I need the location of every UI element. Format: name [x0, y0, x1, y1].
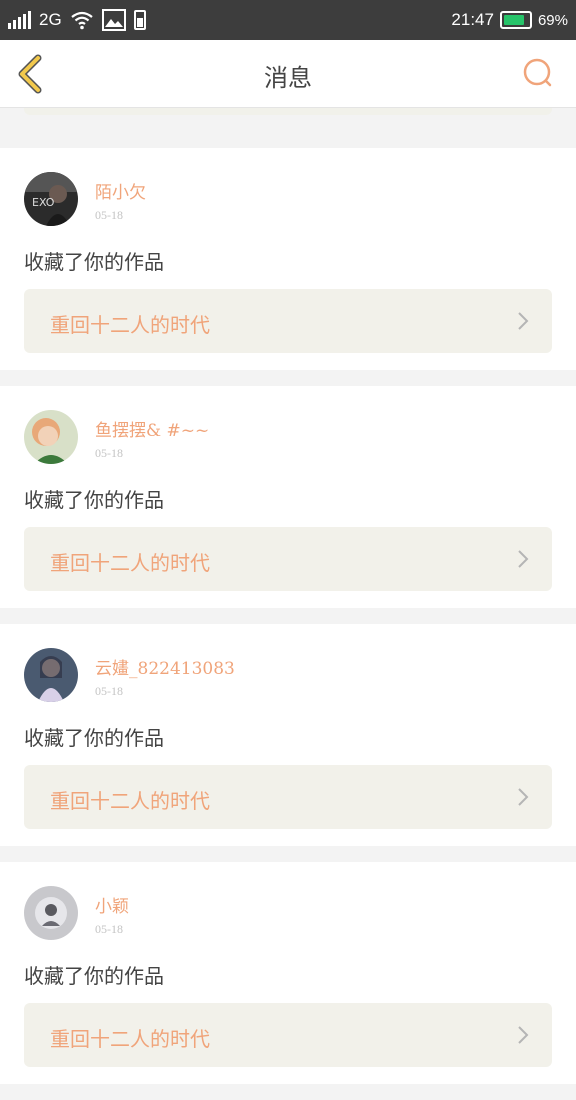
work-link[interactable]: 重回十二人的时代: [24, 527, 552, 591]
chevron-right-icon: [518, 1026, 529, 1044]
status-bar-left: 2G: [8, 8, 146, 32]
clock: 21:47: [451, 10, 494, 29]
svg-text:EXO: EXO: [32, 196, 55, 209]
chevron-right-icon: [518, 312, 529, 330]
search-button[interactable]: [518, 54, 558, 94]
username[interactable]: 云嫿_822413083: [95, 654, 235, 679]
work-title: 重回十二人的时代: [50, 1027, 210, 1051]
username[interactable]: 陌小欠: [95, 178, 146, 203]
status-bar: 2G 21:47 69%: [0, 0, 576, 40]
message-date: 05-18: [95, 922, 123, 936]
battery-icon: [133, 10, 146, 30]
message-date: 05-18: [95, 446, 123, 460]
work-title: 重回十二人的时代: [50, 313, 210, 337]
username[interactable]: 鱼摆摆& #~~: [95, 416, 209, 441]
action-text: 收藏了你的作品: [24, 964, 164, 988]
avatar[interactable]: [24, 410, 78, 464]
action-text: 收藏了你的作品: [24, 250, 164, 274]
message-date: 05-18: [95, 684, 123, 698]
message-list[interactable]: EXO 陌小欠 05-18 收藏了你的作品 重回十二人的时代 鱼摆摆& #~~ …: [0, 108, 576, 1100]
username[interactable]: 小颖: [95, 892, 129, 917]
search-icon: [523, 58, 552, 87]
avatar[interactable]: [24, 886, 78, 940]
network-type: 2G: [39, 10, 62, 29]
image-icon: [101, 9, 126, 31]
wifi-icon: [71, 11, 93, 30]
work-link[interactable]: 重回十二人的时代: [24, 765, 552, 829]
work-title: 重回十二人的时代: [50, 551, 210, 575]
status-bar-right: 21:47 69%: [451, 8, 568, 32]
message-card: EXO 陌小欠 05-18 收藏了你的作品 重回十二人的时代: [0, 148, 576, 370]
battery-level-icon: [499, 11, 532, 29]
app-header: 消息: [0, 40, 576, 108]
page-title: 消息: [264, 64, 312, 92]
avatar[interactable]: [24, 648, 78, 702]
message-card: 云嫿_822413083 05-18 收藏了你的作品 重回十二人的时代: [0, 624, 576, 846]
chevron-right-icon: [518, 788, 529, 806]
previous-card-stub: [0, 108, 576, 148]
battery-percent: 69%: [537, 11, 568, 29]
action-text: 收藏了你的作品: [24, 488, 164, 512]
signal-icon: [8, 11, 31, 29]
message-card: 小颖 05-18 收藏了你的作品 重回十二人的时代: [0, 862, 576, 1084]
work-link[interactable]: 重回十二人的时代: [24, 289, 552, 353]
chevron-right-icon: [518, 550, 529, 568]
action-text: 收藏了你的作品: [24, 726, 164, 750]
avatar[interactable]: EXO: [24, 172, 78, 226]
message-date: 05-18: [95, 208, 123, 222]
work-link[interactable]: 重回十二人的时代: [24, 1003, 552, 1067]
message-card: 鱼摆摆& #~~ 05-18 收藏了你的作品 重回十二人的时代: [0, 386, 576, 608]
work-title: 重回十二人的时代: [50, 789, 210, 813]
